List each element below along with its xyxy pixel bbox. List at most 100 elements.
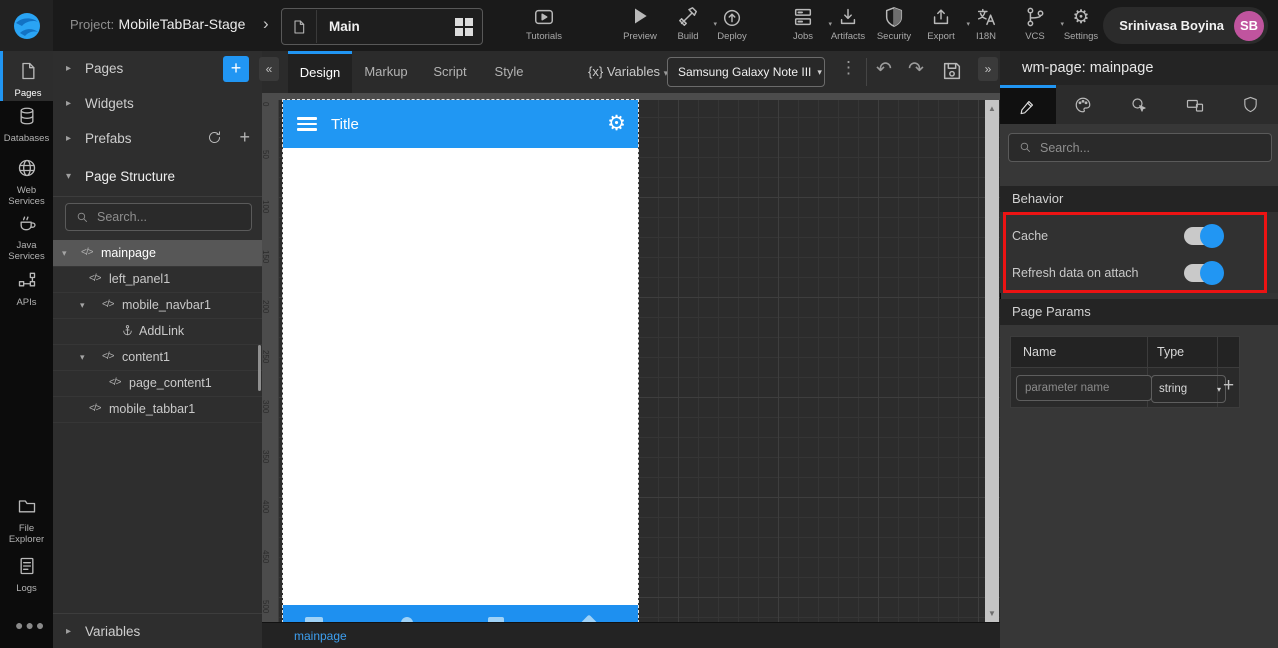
collapse-icon[interactable]: ▾ [80,344,85,370]
collapse-icon[interactable]: ▾ [80,292,85,318]
properties-search[interactable]: Search... [1008,133,1272,162]
tree-row-mobile-tabbar1[interactable]: </> mobile_tabbar1 [53,396,262,423]
accordion-widgets[interactable]: ▸ Widgets [53,86,262,122]
artifacts-button[interactable]: Artifacts [822,6,874,48]
param-type-select[interactable]: string ▾ [1151,375,1226,403]
settings-button[interactable]: ⚙ Settings ▾ [1055,6,1110,48]
add-page-button[interactable]: + [223,56,249,82]
rail-item-pages[interactable]: Pages [0,51,53,101]
security-button[interactable]: Security [868,6,920,48]
page-selector[interactable]: Main [281,8,483,45]
phone-page-title: Title [331,115,359,133]
horizontal-ruler [262,93,1000,100]
undo-button[interactable]: ↶ [876,58,892,81]
search-icon [1019,141,1032,154]
chevron-down-icon: ▾ [1216,384,1221,394]
deploy-icon [706,6,758,30]
tree-row-mainpage[interactable]: ▾ </> mainpage [53,240,262,267]
left-panel-scrollbar[interactable] [258,345,261,391]
vcs-button[interactable]: VCS ▾ [1009,6,1064,48]
mobile-navbar[interactable]: Title ⚙ [283,100,638,148]
rail-item-web-services[interactable]: Web Services [0,158,53,207]
tab-security[interactable] [1222,85,1278,124]
redo-button[interactable]: ↷ [908,58,924,81]
tutorials-icon [518,6,570,30]
i18n-icon [960,6,1012,30]
variables-dropdown[interactable]: {x} Variables ▾ [588,64,668,79]
code-icon: </> [89,403,102,414]
rail-item-apis[interactable]: APIs [0,270,53,308]
apps-grid-icon[interactable] [455,17,473,36]
wavemaker-logo-icon [13,12,40,39]
rail-item-logs[interactable]: Logs [0,556,53,594]
rail-more-button[interactable]: ●●● [15,617,46,633]
save-button[interactable] [941,60,963,87]
deploy-button[interactable]: Deploy [706,6,758,48]
cache-toggle[interactable] [1184,224,1224,248]
tree-row-content1[interactable]: ▾ </> content1 [53,344,262,371]
collapse-icon[interactable]: ▾ [62,240,67,266]
accordion-prefabs[interactable]: ▸ Prefabs + [53,121,262,157]
column-name: Name [1023,345,1057,359]
param-name-input[interactable] [1016,375,1152,401]
accordion-page-structure[interactable]: ▾ Page Structure [53,156,262,197]
wavemaker-studio: Project: MobileTabBar-Stage › Main Tutor… [0,0,1278,648]
more-options-button[interactable]: ⋮ [840,58,857,78]
table-header: Name Type [1011,337,1239,368]
accordion-pages[interactable]: ▸ Pages + [53,51,262,87]
gear-icon[interactable]: ⚙ [607,111,626,136]
open-page-tab[interactable]: mainpage [294,623,347,648]
rail-item-file-explorer[interactable]: File Explorer [0,496,53,545]
user-menu[interactable]: Srinivasa Boyina SB [1103,7,1268,44]
add-param-button[interactable]: + [1223,375,1234,397]
scroll-up-icon[interactable]: ▲ [985,104,999,113]
device-selector[interactable]: Samsung Galaxy Note III ▾ [667,57,825,87]
behavior-section-header[interactable]: Behavior [1000,186,1278,212]
mobile-tabbar[interactable] [283,605,638,622]
tree-row-left-panel1[interactable]: </> left_panel1 [53,266,262,293]
page-content-area[interactable] [283,148,638,605]
i18n-button[interactable]: I18N [960,6,1012,48]
tab-design[interactable]: Design [288,51,352,93]
tree-row-mobile-navbar1[interactable]: ▾ </> mobile_navbar1 [53,292,262,319]
app-logo[interactable] [0,0,53,51]
page-structure-collapse-icon: ▾ [66,170,72,182]
accordion-variables[interactable]: ▸ Variables [53,613,262,648]
tree-row-page-content1[interactable]: </> page_content1 [53,370,262,397]
tab-icon [580,614,598,622]
code-icon: </> [109,377,122,388]
search-icon [76,211,89,224]
pencil-icon [1020,100,1034,114]
collapse-left-panel-button[interactable]: « [259,57,279,81]
tab-properties[interactable] [1000,85,1056,124]
page-params-section-header[interactable]: Page Params [1000,299,1278,325]
tab-style[interactable]: Style [480,51,538,93]
prefabs-add-icon[interactable]: + [239,127,250,148]
tab-markup[interactable]: Markup [352,51,420,93]
refresh-data-on-attach-label: Refresh data on attach [1012,266,1139,280]
java-services-icon [20,216,36,231]
scroll-down-icon[interactable]: ▼ [985,609,999,618]
tutorials-button[interactable]: Tutorials [518,6,570,48]
refresh-data-toggle[interactable] [1184,261,1224,285]
rail-item-databases[interactable]: Databases [0,106,53,144]
tab-script[interactable]: Script [420,51,480,93]
expand-right-panel-button[interactable]: » [978,57,998,81]
tab-events[interactable] [1111,85,1167,124]
rail-item-java-services[interactable]: Java Services [0,213,53,262]
page-structure-search[interactable]: Search... [65,203,252,231]
preview-button[interactable]: Preview [614,6,666,48]
canvas-scrollbar[interactable]: ▲ ▼ [985,100,999,622]
databases-icon [20,107,33,125]
project-name: MobileTabBar-Stage [118,16,246,32]
prefabs-refresh-icon[interactable] [207,130,222,150]
tab-styles[interactable] [1056,85,1112,124]
phone-preview[interactable]: Title ⚙ [282,99,639,622]
cache-label: Cache [1012,229,1049,243]
pages-expand-icon: ▸ [66,63,72,74]
page-params-table: Name Type string ▾ + [1010,336,1240,408]
menu-icon[interactable] [297,114,317,134]
tree-row-addlink[interactable]: AddLink [53,318,262,345]
tab-devices[interactable] [1167,85,1223,124]
palette-icon [1076,97,1091,112]
